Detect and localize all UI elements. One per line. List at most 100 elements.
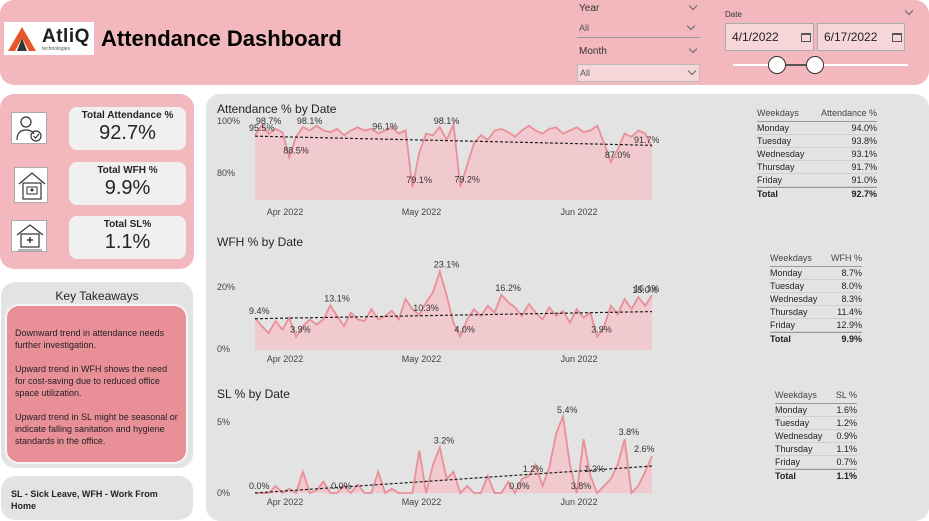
- table-row: Thursday 91.7%: [757, 161, 877, 174]
- table-row: Monday 1.6%: [775, 404, 857, 417]
- attendance-weekday-table[interactable]: Weekdays Attendance % Monday 94.0% Tuesday 93…: [757, 108, 877, 200]
- y-tick-label: 80%: [217, 168, 235, 178]
- x-tick-label: May 2022: [402, 207, 442, 217]
- weekday-cell: Wednesday: [770, 294, 818, 304]
- data-label: 79.2%: [454, 175, 480, 185]
- data-label: 0.0%: [249, 481, 270, 491]
- y-tick-label: 100%: [217, 116, 240, 126]
- kpi-value: 1.1%: [104, 231, 151, 253]
- kpi-card-wfh: Total WFH % 9.9%: [69, 162, 186, 205]
- sl-chart[interactable]: 5% 0% 0.0% 3.2% 0.0% 0.0% 1.2% 5.4% 3.8% 1.2% 3.8%…: [214, 405, 659, 510]
- slider-end-handle[interactable]: [806, 56, 825, 74]
- attendance-chart[interactable]: 100%80%95.5%98.7%88.5%98.1%96.1%79.1%98.…: [214, 116, 659, 220]
- table-row: Tuesday 8.0%: [770, 280, 862, 293]
- weekday-cell: Tuesday: [770, 281, 805, 291]
- table-row: Tuesday 1.2%: [775, 417, 857, 430]
- kpi-label: Total SL%: [103, 219, 152, 230]
- weekday-cell: Tuesday: [757, 136, 792, 146]
- calendar-icon[interactable]: [801, 33, 811, 42]
- data-label: 2.6%: [634, 444, 655, 454]
- takeaway-point: Upward trend in WFH shows the need for c…: [15, 364, 168, 398]
- logo-text: AtliQ: [42, 26, 90, 47]
- slider-start-handle[interactable]: [767, 56, 786, 74]
- table-header: Weekdays WFH %: [770, 253, 862, 267]
- page-title: Attendance Dashboard: [101, 26, 342, 51]
- kpi-card-attendance: Total Attendance % 92.7%: [69, 107, 186, 150]
- year-slicer-value: All: [579, 23, 590, 33]
- weekday-cell: Total: [757, 189, 778, 199]
- data-label: 98.1%: [434, 116, 460, 126]
- data-label: 88.5%: [283, 145, 309, 155]
- month-slicer[interactable]: All: [577, 64, 700, 82]
- weekday-cell: Friday: [757, 175, 783, 185]
- month-expand-icon[interactable]: [688, 44, 698, 54]
- wfh-chart[interactable]: 20% 0% 9.4% 3.9% 13.1% 10.3% 23.1% 4.0% 16.2% 3.9…: [214, 255, 659, 367]
- value-cell: 8.0%: [841, 281, 862, 291]
- value-cell: 8.3%: [841, 294, 862, 304]
- takeaway-point: Upward trend in SL might be seasonal or …: [15, 412, 178, 446]
- attendance-chart-title: Attendance % by Date: [217, 102, 337, 116]
- value-cell: 8.7%: [841, 268, 862, 278]
- table-row: Thursday 11.4%: [770, 306, 862, 319]
- data-label: 3.8%: [619, 427, 640, 437]
- data-label: 3.2%: [434, 436, 455, 446]
- kpi-label: Total Attendance %: [81, 110, 174, 121]
- table-row: Wednesday 93.1%: [757, 148, 877, 161]
- weekday-cell: Total: [770, 334, 791, 344]
- kpi-card-sick-leave: Total SL% 1.1%: [69, 216, 186, 259]
- value-cell: 1.1%: [836, 471, 857, 481]
- data-label: 4.0%: [454, 324, 475, 334]
- value-cell: Attendance %: [820, 108, 877, 118]
- x-tick-label: Jun 2022: [561, 354, 598, 364]
- value-cell: 12.9%: [836, 320, 862, 330]
- logo-subtext: technologies: [42, 46, 71, 52]
- key-takeaways-title: Key Takeaways: [55, 289, 139, 303]
- x-tick-label: May 2022: [402, 354, 442, 364]
- atliq-logo-icon: [8, 27, 36, 51]
- table-row: Thursday 1.1%: [775, 443, 857, 456]
- table-row: Friday 0.7%: [775, 456, 857, 469]
- data-label: 1.2%: [584, 464, 605, 474]
- data-label: 3.8%: [571, 481, 592, 491]
- value-cell: SL %: [835, 390, 857, 400]
- weekday-cell: Thursday: [757, 162, 795, 172]
- start-date-value: 4/1/2022: [732, 30, 779, 44]
- kpi-value: 92.7%: [99, 122, 156, 144]
- data-label: 9.4%: [249, 306, 270, 316]
- year-slicer[interactable]: All: [577, 20, 700, 38]
- value-cell: 91.0%: [851, 175, 877, 185]
- data-label: 87.0%: [605, 150, 631, 160]
- weekday-cell: Tuesday: [775, 418, 810, 428]
- chevron-down-icon: [686, 21, 696, 31]
- x-tick-label: Jun 2022: [561, 207, 598, 217]
- table-total-row: Total 92.7%: [757, 187, 877, 200]
- start-date-input[interactable]: 4/1/2022: [725, 23, 814, 51]
- table-row: Friday 91.0%: [757, 174, 877, 187]
- data-label: 1.2%: [523, 464, 544, 474]
- table-total-row: Total 9.9%: [770, 332, 862, 345]
- sl-weekday-table[interactable]: Weekdays SL % Monday 1.6% Tuesday 1.2% Wednesd…: [775, 390, 857, 482]
- weekday-cell: Wednesday: [775, 431, 823, 441]
- kpi-panel: Total Attendance % 92.7% Total WFH % 9.9…: [0, 94, 194, 269]
- table-row: Tuesday 93.8%: [757, 135, 877, 148]
- year-expand-icon[interactable]: [688, 1, 698, 11]
- x-tick-label: Apr 2022: [267, 354, 304, 364]
- kpi-label: Total WFH %: [97, 165, 158, 176]
- data-label: 98.7%: [256, 116, 282, 126]
- table-row: Wednesday 0.9%: [775, 430, 857, 443]
- data-label: 10.3%: [413, 303, 439, 313]
- data-label: 23.1%: [434, 259, 460, 269]
- wfh-chart-title: WFH % by Date: [217, 235, 304, 249]
- table-header: Weekdays Attendance %: [757, 108, 877, 122]
- wfh-weekday-table[interactable]: Weekdays WFH % Monday 8.7% Tuesday 8.0% Wednes…: [770, 253, 862, 345]
- date-expand-icon[interactable]: [904, 6, 914, 16]
- end-date-input[interactable]: 6/17/2022: [817, 23, 905, 51]
- data-label: 96.1%: [372, 121, 398, 131]
- key-takeaways-body: Downward trend in attendance needs furth…: [5, 304, 188, 464]
- value-cell: 94.0%: [851, 123, 877, 133]
- value-cell: 92.7%: [851, 189, 877, 199]
- weekday-cell: Monday: [770, 268, 803, 278]
- data-label: 5.4%: [557, 405, 578, 415]
- calendar-icon[interactable]: [892, 33, 902, 42]
- table-row: Monday 8.7%: [770, 267, 862, 280]
